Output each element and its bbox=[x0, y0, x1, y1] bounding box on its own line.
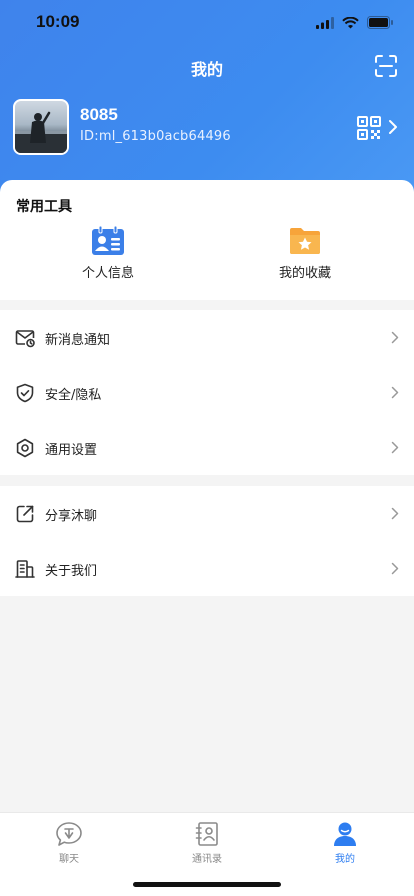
menu-item-label: 通用设置 bbox=[45, 443, 98, 458]
contacts-book-icon bbox=[195, 822, 218, 846]
tool-label: 我的收藏 bbox=[278, 266, 331, 281]
tool-favorites[interactable]: 我的收藏 bbox=[245, 226, 365, 281]
tools-card: 常用工具 个人信息 我的收藏 bbox=[0, 180, 414, 300]
chat-bubble-icon bbox=[56, 822, 82, 846]
qr-code-button[interactable] bbox=[357, 116, 381, 140]
profile-header: 10:09 我的 8085 ID:ml_613b0acb64496 bbox=[0, 0, 414, 200]
menu-item-security-privacy[interactable]: 安全/隐私 bbox=[0, 365, 414, 420]
tab-chat[interactable]: 聊天 bbox=[29, 821, 109, 865]
signal-icon bbox=[316, 14, 334, 33]
menu-item-general-settings[interactable]: 通用设置 bbox=[0, 420, 414, 475]
tool-label: 个人信息 bbox=[81, 266, 134, 281]
menu-item-label: 新消息通知 bbox=[45, 333, 111, 348]
tab-me[interactable]: 我的 bbox=[305, 821, 385, 865]
scan-icon bbox=[375, 55, 397, 77]
tab-label: 我的 bbox=[335, 854, 355, 865]
chevron-right-icon bbox=[391, 507, 399, 520]
menu-item-label: 关于我们 bbox=[45, 564, 98, 579]
menu-item-notifications[interactable]: 新消息通知 bbox=[0, 310, 414, 365]
profile-name: 8085 bbox=[80, 105, 118, 124]
menu-item-about-us[interactable]: 关于我们 bbox=[0, 541, 414, 596]
chevron-right-icon bbox=[391, 331, 399, 344]
tab-label: 通讯录 bbox=[192, 854, 222, 865]
menu-group-about: 分享沐聊 关于我们 bbox=[0, 486, 414, 596]
mail-bell-icon bbox=[15, 330, 35, 348]
chevron-right-icon bbox=[391, 441, 399, 454]
tools-title: 常用工具 bbox=[16, 199, 72, 215]
menu-item-label: 安全/隐私 bbox=[45, 388, 102, 403]
chevron-right-icon bbox=[391, 562, 399, 575]
shield-check-icon bbox=[16, 383, 34, 403]
status-time: 10:09 bbox=[36, 12, 80, 31]
gear-icon bbox=[16, 438, 34, 458]
menu-item-label: 分享沐聊 bbox=[45, 509, 98, 524]
profile-id: ID:ml_613b0acb64496 bbox=[80, 129, 231, 144]
menu-item-share[interactable]: 分享沐聊 bbox=[0, 486, 414, 541]
home-indicator bbox=[133, 882, 281, 887]
share-icon bbox=[16, 505, 34, 523]
scan-button[interactable] bbox=[374, 54, 398, 78]
star-folder-icon bbox=[290, 228, 320, 254]
page-title: 我的 bbox=[190, 60, 223, 79]
building-icon bbox=[15, 560, 35, 578]
person-icon bbox=[334, 822, 356, 846]
chevron-right-icon bbox=[391, 386, 399, 399]
battery-icon bbox=[367, 14, 394, 33]
wifi-icon bbox=[342, 14, 359, 33]
tool-personal-info[interactable]: 个人信息 bbox=[48, 226, 168, 281]
avatar[interactable] bbox=[13, 99, 69, 155]
chevron-right-icon bbox=[387, 119, 399, 135]
menu-group-settings: 新消息通知 安全/隐私 通用设置 bbox=[0, 310, 414, 475]
qr-code-icon bbox=[357, 116, 381, 140]
tab-label: 聊天 bbox=[59, 854, 79, 865]
id-card-icon bbox=[92, 226, 124, 255]
status-bar: 10:09 bbox=[0, 0, 414, 44]
status-icons bbox=[316, 14, 394, 33]
tab-contacts[interactable]: 通讯录 bbox=[167, 821, 247, 865]
profile-card[interactable]: 8085 ID:ml_613b0acb64496 bbox=[13, 99, 403, 157]
